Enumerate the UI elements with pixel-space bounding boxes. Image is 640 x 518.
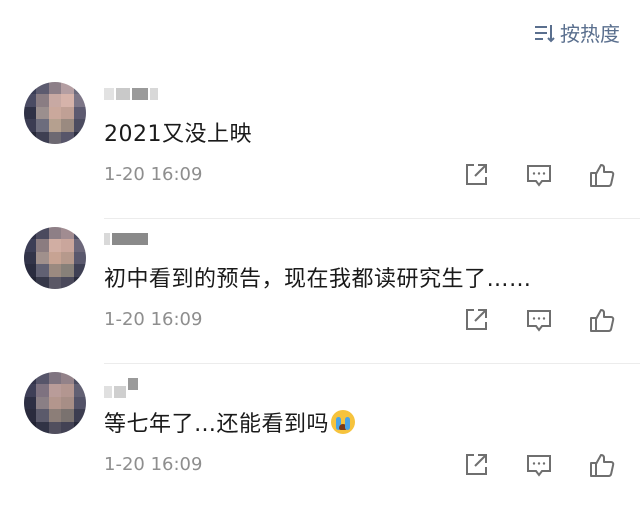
blurred-username[interactable] [104,233,148,247]
comment-icon [527,310,551,332]
share-icon [466,454,487,475]
comment-item: 等七年了…还能看到吗 1-20 16:09 [0,372,640,518]
reply-button[interactable] [525,451,553,479]
thumbs-up-icon [590,164,615,187]
share-button[interactable] [462,161,490,189]
reply-button[interactable] [525,161,553,189]
thumbs-up-icon [590,454,615,477]
like-button[interactable] [588,306,616,334]
avatar[interactable] [24,372,86,434]
blurred-username[interactable] [104,378,138,398]
comment-item: 2021又没上映 1-20 16:09 [0,82,640,228]
sort-by-hot-button[interactable]: 按热度 [534,18,620,47]
comment-time: 1-20 16:09 [104,454,203,475]
like-button[interactable] [588,451,616,479]
share-icon [466,309,487,330]
comment-icon [527,165,551,187]
comment-item: 初中看到的预告，现在我都读研究生了…… 1-20 16:09 [0,227,640,373]
crying-face-icon [331,410,356,434]
sort-icon [535,24,555,42]
sort-label: 按热度 [560,22,620,46]
avatar[interactable] [24,82,86,144]
divider [104,363,640,364]
share-icon [466,164,487,185]
comment-text: 初中看到的预告，现在我都读研究生了…… [104,267,532,292]
blurred-username[interactable] [104,88,158,102]
comment-text: 等七年了…还能看到吗 [104,406,356,438]
share-button[interactable] [462,451,490,479]
comment-text-body: 等七年了…还能看到吗 [104,412,330,437]
thumbs-up-icon [590,309,615,332]
share-button[interactable] [462,306,490,334]
divider [104,218,640,219]
comment-text: 2021又没上映 [104,122,252,147]
comment-icon [527,455,551,477]
comment-time: 1-20 16:09 [104,164,203,185]
avatar[interactable] [24,227,86,289]
comment-time: 1-20 16:09 [104,309,203,330]
like-button[interactable] [588,161,616,189]
reply-button[interactable] [525,306,553,334]
